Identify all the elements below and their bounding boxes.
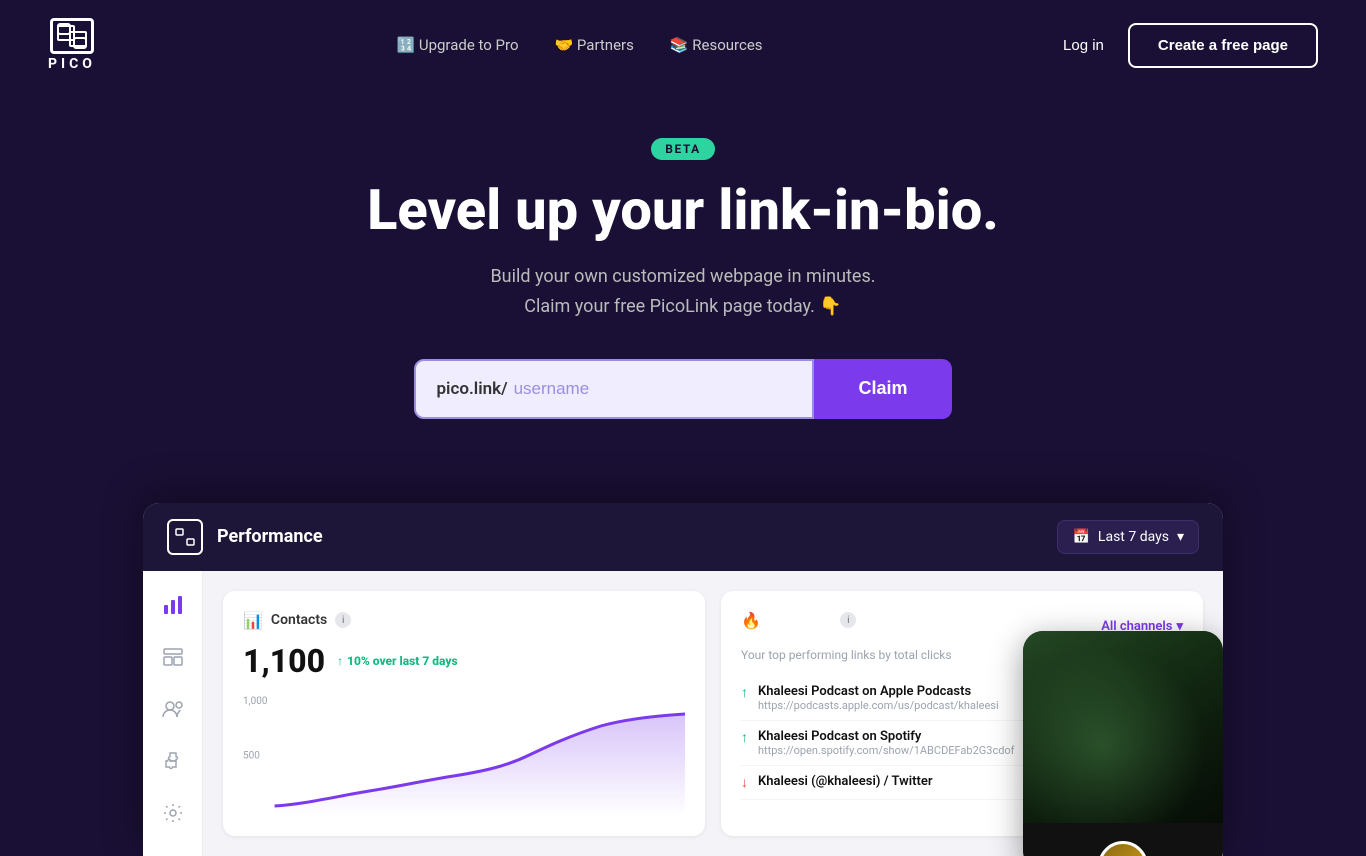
nav-upgrade[interactable]: 🔢 Upgrade to Pro [396,36,518,54]
claim-input-wrap: pico.link/ [414,359,814,419]
create-page-button[interactable]: Create a free page [1128,23,1318,68]
username-input[interactable] [508,361,793,417]
hot-links-info-icon[interactable]: i [840,612,856,628]
growth-badge: ↑ 10% over last 7 days [337,654,458,668]
claim-prefix: pico.link/ [436,379,507,399]
contacts-chart-svg [243,696,685,816]
contacts-number: 1,100 [243,642,325,680]
navbar: PICO 🔢 Upgrade to Pro 🤝 Partners 📚 Resou… [0,0,1366,90]
trend-down-icon: ↓ [741,774,748,791]
dashboard-wrapper: Performance 📅 Last 7 days ▾ [0,503,1366,856]
contacts-chart-area: 1,000 500 [243,696,685,816]
sidebar-icon-users[interactable] [159,695,187,723]
nav-resources[interactable]: 📚 Resources [670,36,763,54]
login-button[interactable]: Log in [1063,37,1104,54]
phone-background-image [1023,631,1223,823]
hot-links-card: 🔥 Hot Links i All channels ▾ Your top pe… [721,591,1203,836]
hero-section: BETA Level up your link-in-bio. Build yo… [0,90,1366,503]
chevron-down-icon: ▾ [1177,529,1184,545]
claim-button[interactable]: Claim [814,359,951,419]
logo[interactable]: PICO [48,18,96,72]
date-selector[interactable]: 📅 Last 7 days ▾ [1057,520,1199,554]
sidebar-icon-chart[interactable] [159,591,187,619]
arrow-up-icon: ↑ [337,654,343,668]
growth-text: 10% over last 7 days [347,654,458,668]
chart-label-mid: 500 [243,750,260,761]
preview-sidebar [143,571,203,856]
logo-icon [50,18,94,54]
hero-subtitle-line1: Build your own customized webpage in min… [490,266,875,287]
preview-icon [167,519,203,555]
sidebar-icon-settings[interactable] [159,799,187,827]
sidebar-icon-puzzle[interactable] [159,747,187,775]
nav-actions: Log in Create a free page [1063,23,1318,68]
contacts-chart-icon: 📊 [243,611,263,630]
nav-partners[interactable]: 🤝 Partners [555,36,634,54]
dashboard-preview: Performance 📅 Last 7 days ▾ [143,503,1223,856]
calendar-icon: 📅 [1072,529,1089,545]
contacts-card: 📊 Contacts i 1,100 ↑ 10% over last 7 day… [223,591,705,836]
nav-links: 🔢 Upgrade to Pro 🤝 Partners 📚 Resources [396,36,762,54]
beta-badge: BETA [651,138,714,160]
preview-header: Performance 📅 Last 7 days ▾ [143,503,1223,571]
hot-links-title: 🔥 Hot Links [741,611,832,630]
preview-content: 📊 Contacts i 1,100 ↑ 10% over last 7 day… [143,571,1223,856]
chart-label-top: 1,000 [243,696,267,707]
trend-up-icon: ↑ [741,729,748,746]
sidebar-icon-layout[interactable] [159,643,187,671]
hero-subtitle: Build your own customized webpage in min… [24,262,1342,323]
phone-avatar [1098,841,1148,856]
contacts-count: 1,100 ↑ 10% over last 7 days [243,642,685,680]
preview-main: 📊 Contacts i 1,100 ↑ 10% over last 7 day… [203,571,1223,856]
claim-bar: pico.link/ Claim [24,359,1342,419]
contacts-title: Contacts [271,612,327,628]
preview-header-left: Performance [167,519,323,555]
phone-mockup [1023,631,1223,856]
hero-subtitle-line2: Claim your free PicoLink page today. 👇 [524,296,841,317]
date-label: Last 7 days [1098,529,1169,545]
contacts-info-icon[interactable]: i [335,612,351,628]
logo-text: PICO [48,56,96,72]
hot-links-header: 🔥 Hot Links i [741,611,856,630]
preview-title: Performance [217,526,323,547]
contacts-card-header: 📊 Contacts i [243,611,685,630]
trend-up-icon: ↑ [741,684,748,701]
hero-title: Level up your link-in-bio. [24,180,1342,242]
